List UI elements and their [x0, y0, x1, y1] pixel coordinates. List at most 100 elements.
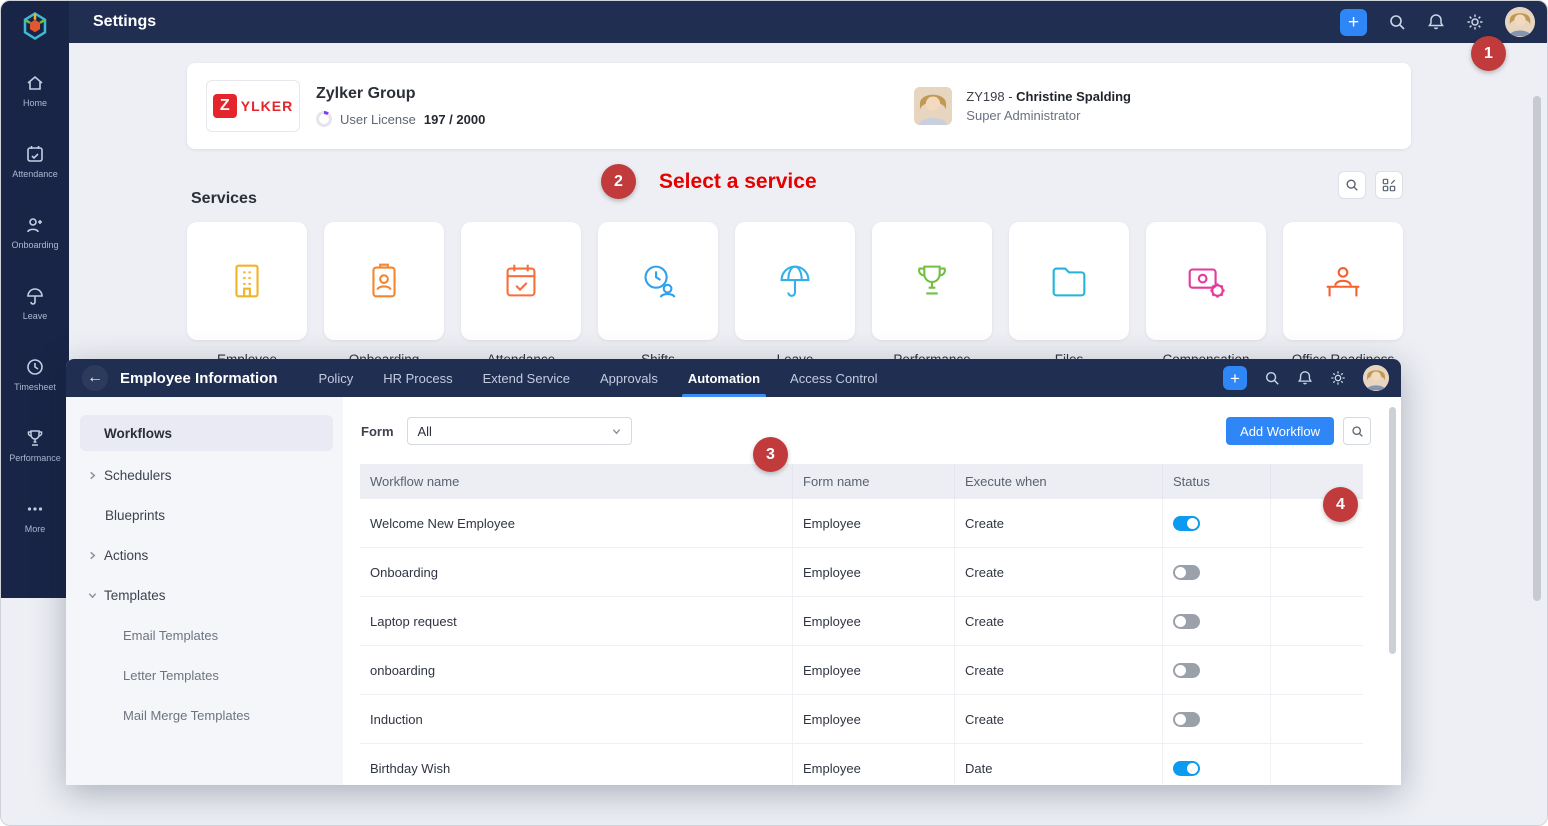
sidebar-item-label: Leave	[22, 311, 48, 321]
nav-item-mail-merge-templates[interactable]: Mail Merge Templates	[66, 695, 343, 735]
execute-when-cell: Date	[955, 744, 1163, 785]
execute-when-cell: Create	[955, 499, 1163, 547]
sidebar-item-onboarding[interactable]: Onboarding	[1, 197, 69, 268]
status-toggle[interactable]	[1173, 760, 1200, 776]
add-button[interactable]: +	[1340, 8, 1367, 36]
status-toggle[interactable]	[1173, 662, 1200, 678]
annotation-step-3: 3	[753, 437, 788, 472]
zoho-people-logo[interactable]	[20, 11, 50, 41]
add-button[interactable]: +	[1223, 366, 1247, 390]
table-row[interactable]: Birthday Wish Employee Date	[360, 744, 1363, 785]
nav-label: Templates	[104, 587, 166, 603]
employee-information-window: ← Employee Information Policy HR Process…	[66, 359, 1401, 785]
automation-sidebar: Workflows Schedulers Blueprints Actions …	[66, 397, 343, 785]
tab-access-control[interactable]: Access Control	[775, 359, 892, 397]
subwindow-title: Employee Information	[120, 369, 278, 387]
table-row[interactable]: onboarding Employee Create	[360, 646, 1363, 695]
nav-item-actions[interactable]: Actions	[66, 535, 343, 575]
settings-gear-icon[interactable]	[1330, 370, 1346, 386]
timesheet-icon	[25, 357, 45, 377]
tab-automation[interactable]: Automation	[673, 359, 775, 397]
notifications-bell-icon[interactable]	[1297, 370, 1313, 386]
workflow-name-cell: Birthday Wish	[360, 744, 793, 785]
service-card[interactable]	[1009, 222, 1129, 340]
sidebar-item-label: Onboarding	[11, 240, 59, 250]
services-search-button[interactable]	[1338, 171, 1366, 199]
nav-item-schedulers[interactable]: Schedulers	[66, 455, 343, 495]
sidebar-item-attendance[interactable]: Attendance	[1, 126, 69, 197]
service-card[interactable]	[1146, 222, 1266, 340]
form-filter-label: Form	[361, 423, 394, 439]
zylker-logo: Z YLKER	[206, 80, 300, 132]
status-cell	[1163, 646, 1271, 694]
nav-label: Blueprints	[105, 507, 166, 523]
sidebar: Home Attendance Onboarding Leave Timeshe…	[1, 1, 69, 598]
execute-when-cell: Create	[955, 548, 1163, 596]
chevron-down-icon	[88, 591, 97, 600]
sidebar-item-leave[interactable]: Leave	[1, 268, 69, 339]
nav-item-templates[interactable]: Templates	[66, 575, 343, 615]
add-workflow-button[interactable]: Add Workflow	[1226, 417, 1334, 445]
status-toggle[interactable]	[1173, 564, 1200, 580]
nav-item-letter-templates[interactable]: Letter Templates	[66, 655, 343, 695]
tab-extend-service[interactable]: Extend Service	[468, 359, 585, 397]
attendance-service-icon	[498, 258, 544, 304]
annotation-step-1: 1	[1471, 36, 1506, 71]
execute-when-cell: Create	[955, 646, 1163, 694]
user-avatar[interactable]	[1363, 365, 1389, 391]
nav-label: Actions	[104, 547, 149, 563]
status-toggle[interactable]	[1173, 515, 1200, 531]
table-row[interactable]: Onboarding Employee Create	[360, 548, 1363, 597]
service-card[interactable]	[598, 222, 718, 340]
back-arrow-icon[interactable]: ←	[82, 365, 108, 391]
sidebar-item-timesheet[interactable]: Timesheet	[1, 339, 69, 410]
user-avatar[interactable]	[1505, 7, 1535, 37]
workflow-name-cell: Welcome New Employee	[360, 499, 793, 547]
service-card[interactable]	[1283, 222, 1403, 340]
service-card[interactable]	[735, 222, 855, 340]
form-name-cell: Employee	[793, 597, 955, 645]
status-toggle[interactable]	[1173, 613, 1200, 629]
table-row[interactable]: Laptop request Employee Create	[360, 597, 1363, 646]
notifications-bell-icon[interactable]	[1427, 13, 1445, 31]
nav-item-blueprints[interactable]: Blueprints	[66, 495, 343, 535]
subwindow-tabs: Policy HR Process Extend Service Approva…	[304, 359, 893, 397]
sidebar-item-label: Home	[22, 98, 47, 108]
execute-when-cell: Create	[955, 695, 1163, 743]
service-card[interactable]	[324, 222, 444, 340]
form-name-cell: Employee	[793, 548, 955, 596]
sidebar-item-more[interactable]: More	[1, 481, 69, 552]
service-card[interactable]	[187, 222, 307, 340]
license-progress-ring	[316, 111, 332, 127]
services-tools	[1338, 171, 1403, 199]
settings-gear-icon[interactable]	[1466, 13, 1484, 31]
table-row[interactable]: Welcome New Employee Employee Create	[360, 499, 1363, 548]
chevron-right-icon	[88, 471, 97, 480]
tab-approvals[interactable]: Approvals	[585, 359, 673, 397]
nav-item-workflows[interactable]: Workflows	[80, 415, 333, 451]
sidebar-item-performance[interactable]: Performance	[1, 410, 69, 481]
form-filter-select[interactable]: All	[406, 417, 632, 445]
col-header-status: Status	[1163, 464, 1271, 499]
annotation-step-2-label: Select a service	[659, 170, 817, 193]
tab-policy[interactable]: Policy	[304, 359, 369, 397]
status-toggle[interactable]	[1173, 711, 1200, 727]
page-scrollbar[interactable]	[1533, 96, 1541, 601]
service-card[interactable]	[872, 222, 992, 340]
sidebar-item-home[interactable]: Home	[1, 55, 69, 126]
service-card[interactable]	[461, 222, 581, 340]
search-icon[interactable]	[1264, 370, 1280, 386]
table-row[interactable]: Induction Employee Create	[360, 695, 1363, 744]
nav-item-email-templates[interactable]: Email Templates	[66, 615, 343, 655]
workflow-search-button[interactable]	[1343, 417, 1371, 445]
tab-hr-process[interactable]: HR Process	[368, 359, 467, 397]
topbar: Settings +	[69, 1, 1547, 43]
search-icon[interactable]	[1388, 13, 1406, 31]
form-name-cell: Employee	[793, 695, 955, 743]
files-icon	[1046, 258, 1092, 304]
status-cell	[1163, 695, 1271, 743]
status-cell	[1163, 597, 1271, 645]
subwindow-header: ← Employee Information Policy HR Process…	[66, 359, 1401, 397]
subwindow-scrollbar[interactable]	[1389, 407, 1396, 654]
customize-services-button[interactable]	[1375, 171, 1403, 199]
